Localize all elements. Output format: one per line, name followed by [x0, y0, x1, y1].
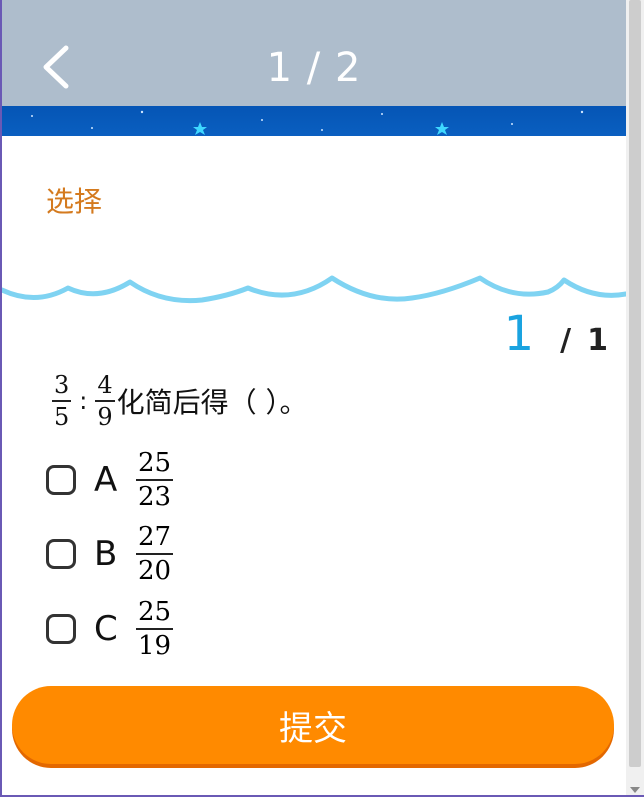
option-letter: B: [94, 534, 118, 574]
scrollbar-thumb[interactable]: [629, 0, 641, 767]
star-icon: [193, 122, 207, 135]
star-icon: [435, 122, 449, 135]
wave-divider: [2, 275, 626, 304]
vertical-scrollbar[interactable]: [626, 0, 644, 797]
current-question-number: 1: [503, 306, 535, 362]
question-text: 3 5 : 4 9 化简后得（ ）。: [50, 370, 308, 432]
checkbox-icon[interactable]: [46, 539, 76, 569]
option-fraction: 25 23: [136, 448, 174, 512]
option-fraction: 27 20: [136, 522, 174, 586]
option-c[interactable]: C 25 19: [46, 597, 175, 661]
counter-separator: /: [560, 323, 572, 358]
option-b[interactable]: B 27 20: [46, 522, 175, 586]
option-letter: C: [94, 609, 118, 649]
page-indicator: 1 / 2: [266, 45, 362, 91]
checkbox-icon[interactable]: [46, 465, 76, 495]
ratio-colon: :: [79, 387, 88, 415]
header-bar: 1 / 2: [2, 0, 626, 106]
total-question-count: 1: [587, 323, 608, 358]
question-stem: 化简后得（ ）。: [116, 386, 308, 419]
stars-decoration: [31, 110, 584, 135]
option-letter: A: [94, 460, 118, 500]
option-a[interactable]: A 25 23: [46, 448, 175, 512]
checkbox-icon[interactable]: [46, 614, 76, 644]
option-fraction: 25 19: [136, 597, 174, 661]
star-decoration-band: [2, 106, 626, 136]
fraction-1: 3 5: [52, 371, 72, 431]
fraction-2: 4 9: [95, 371, 115, 431]
submit-button[interactable]: 提交: [12, 686, 614, 764]
scroll-down-arrow-icon[interactable]: [630, 787, 640, 793]
question-counter: 1 / 1: [504, 306, 608, 366]
section-title: 选择: [46, 185, 103, 218]
